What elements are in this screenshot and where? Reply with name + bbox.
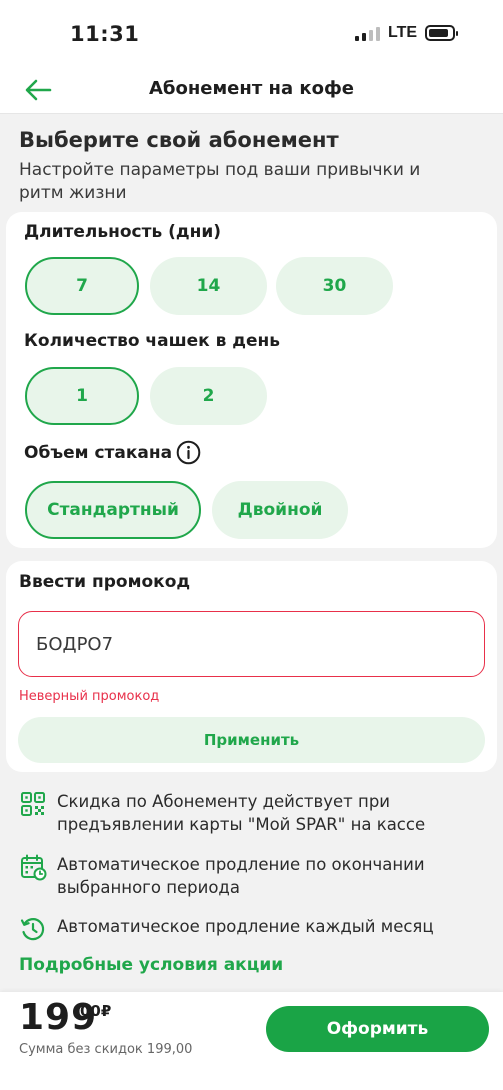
section-title: Выберите свой абонемент [19,128,339,152]
duration-option-14[interactable]: 14 [150,257,267,315]
terms-link[interactable]: Подробные условия акции [19,955,283,975]
volume-label: Объем стакана [24,443,173,463]
info-text-auto-renew-period: Автоматическое продление по окончании вы… [57,855,425,897]
price-without-discount: Сумма без скидок 199,00 [19,1042,193,1057]
info-text-discount: Скидка по Абонементу действует при предъ… [57,792,426,834]
network-type: LTE [388,24,418,41]
status-time: 11:31 [70,22,140,46]
info-item-auto-renew-period: Автоматическое продление по окончании вы… [19,853,477,899]
info-icon[interactable] [176,440,201,465]
status-bar: 11:31 LTE [0,0,503,66]
qr-code-icon [21,792,45,816]
subscription-params-card: Длительность (дни) 7 14 30 Количество ча… [6,212,497,548]
promo-error-text: Неверный промокод [19,689,160,704]
calendar-clock-icon [21,854,47,881]
battery-icon [425,25,458,41]
section-subtitle: Настройте параметры под ваши привычки и … [19,160,421,203]
duration-option-30[interactable]: 30 [276,257,393,315]
signal-icon [355,27,381,41]
price-cents: 00₽ [80,1002,112,1020]
checkout-footer: 199 00₽ Сумма без скидок 199,00 Оформить [0,992,503,1090]
duration-option-7[interactable]: 7 [25,257,139,315]
submit-button[interactable]: Оформить [266,1006,489,1052]
duration-label: Длительность (дни) [24,222,222,242]
info-item-auto-renew-monthly: Автоматическое продление каждый месяц [19,915,477,943]
volume-option-standard[interactable]: Стандартный [25,481,201,539]
history-icon [20,918,45,941]
info-item-discount: Скидка по Абонементу действует при предъ… [19,790,477,836]
info-text-auto-renew-monthly: Автоматическое продление каждый месяц [57,917,434,936]
promo-card: Ввести промокод Неверный промокод Примен… [6,561,497,772]
promo-label: Ввести промокод [19,572,191,592]
promo-code-input[interactable] [18,611,485,677]
cups-option-2[interactable]: 2 [150,367,267,425]
apply-promo-button[interactable]: Применить [18,717,485,763]
nav-bar: Абонемент на кофе [0,66,503,114]
cups-option-1[interactable]: 1 [25,367,139,425]
page-title: Абонемент на кофе [148,78,355,99]
cups-label: Количество чашек в день [24,331,281,351]
volume-option-double[interactable]: Двойной [212,481,348,539]
